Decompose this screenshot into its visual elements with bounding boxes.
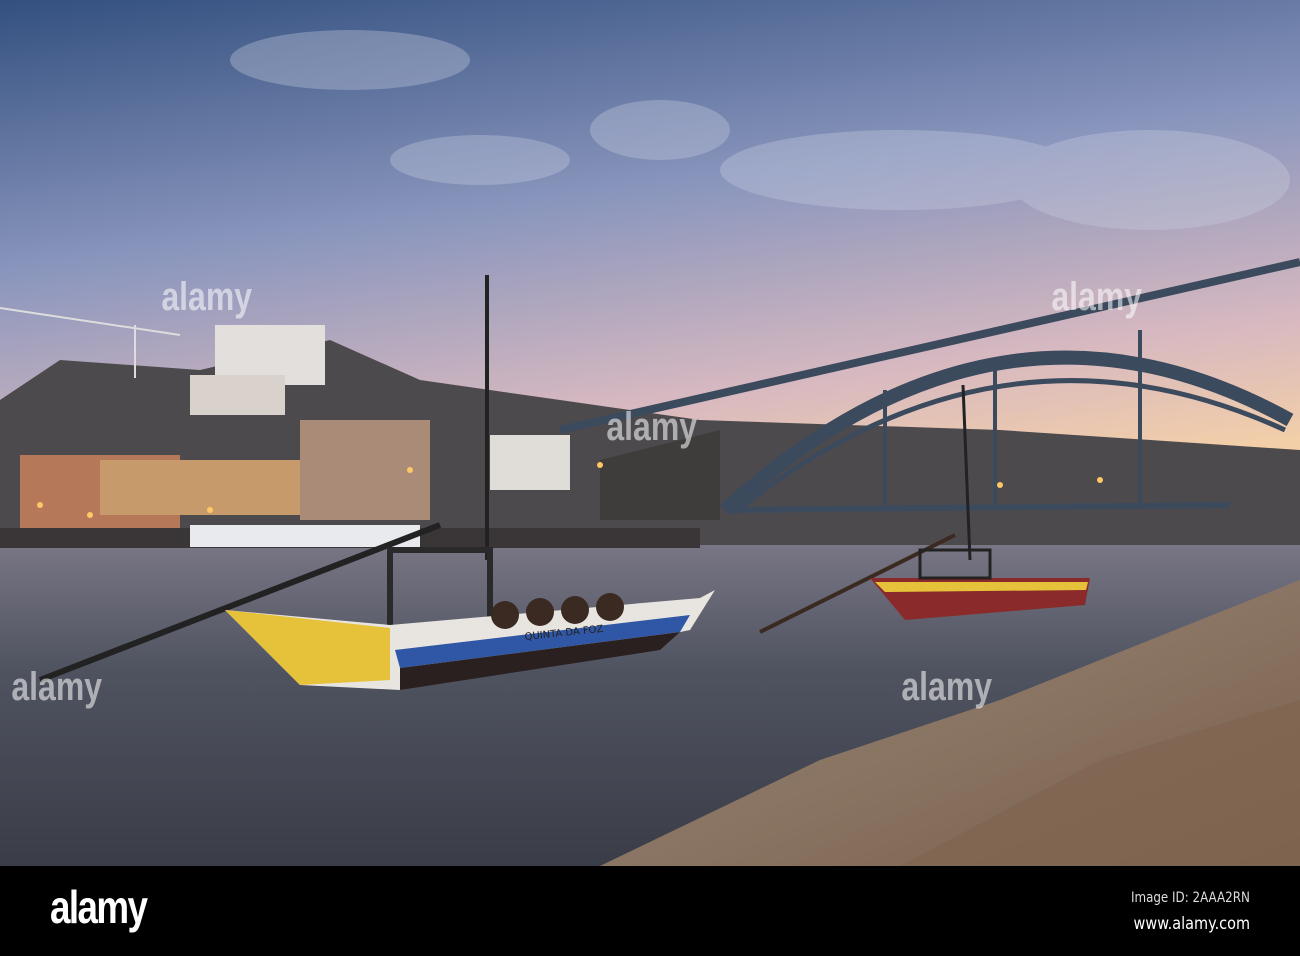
image-id: Image ID: 2AAA2RN <box>1131 890 1250 906</box>
watermark-text: alamy <box>1051 275 1143 319</box>
watermark-text: alamy <box>901 665 993 709</box>
site-url: www.alamy.com <box>1133 914 1250 934</box>
footer-bar: alamy Image ID: 2AAA2RN www.alamy.com <box>0 866 1300 956</box>
watermark-text: alamy <box>606 405 698 449</box>
alamy-logo: alamy <box>50 881 148 933</box>
watermark-text: alamy <box>161 275 253 319</box>
watermark-text: alamy <box>11 665 103 709</box>
